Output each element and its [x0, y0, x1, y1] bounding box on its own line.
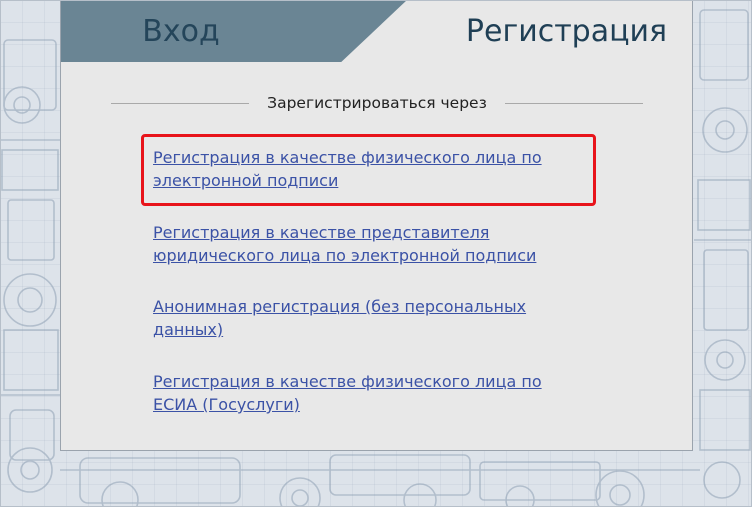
register-individual-signature-link[interactable]: Регистрация в качестве физического лица … [153, 146, 553, 192]
register-individual-esia-link[interactable]: Регистрация в качестве физического лица … [153, 370, 553, 416]
register-legal-entity-signature-link[interactable]: Регистрация в качестве представителя юри… [153, 221, 553, 267]
register-anonymous-link[interactable]: Анонимная регистрация (без персональных … [153, 295, 553, 341]
tab-login[interactable]: Вход [61, 0, 301, 62]
register-via-heading: Зарегистрироваться через [267, 94, 487, 112]
divider-line-left [111, 103, 249, 104]
auth-panel: Вход Регистрация Зарегистрироваться чере… [60, 0, 693, 451]
register-via-divider: Зарегистрироваться через [111, 92, 643, 114]
auth-tabs: Вход Регистрация [61, 0, 692, 62]
tab-register[interactable]: Регистрация [441, 0, 692, 62]
divider-line-right [505, 103, 643, 104]
